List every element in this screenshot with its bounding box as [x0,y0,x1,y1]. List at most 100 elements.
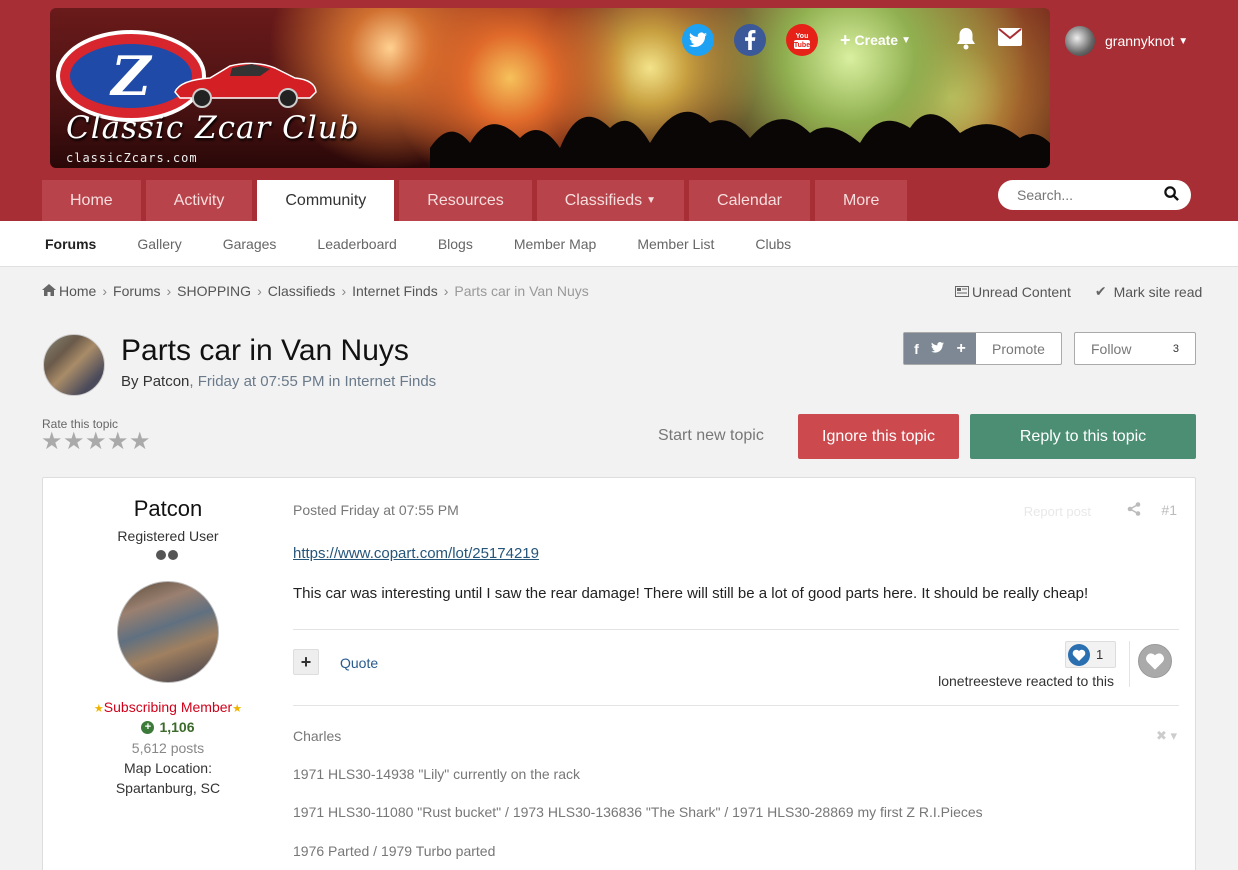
heart-icon [1145,653,1165,670]
signature-line: 1971 HLS30-11080 "Rust bucket" / 1973 HL… [293,804,983,820]
reaction-count: 1 [1096,647,1104,662]
topic-author-link[interactable]: Patcon [143,373,190,390]
post-author-role: Registered User [117,528,219,544]
share-group: f + Promote [903,332,1062,365]
member-badge: ★Subscribing Member★ [43,699,293,715]
breadcrumb-current: Parts car in Van Nuys [454,283,589,299]
create-label: Create [854,32,899,48]
subnav-gallery[interactable]: Gallery [137,236,181,252]
map-location-value: Spartanburg, SC [115,780,221,796]
nav-tab-community[interactable]: Community [257,180,395,221]
star-icon: ★ [93,703,104,715]
breadcrumb-forums[interactable]: Forums [113,283,160,299]
quote-button[interactable]: Quote [340,655,378,671]
star-icon[interactable]: ★ [85,430,107,454]
post-author-name[interactable]: Patcon [43,496,293,522]
nav-tab-more[interactable]: More [814,180,908,221]
signature-line: Charles [293,728,342,744]
facebook-share-icon[interactable]: f [914,341,919,357]
follow-button[interactable]: Follow 3 [1074,332,1196,365]
post-text: This car was interesting until I saw the… [293,585,1089,602]
chevron-right-icon: › [257,283,262,299]
search-input[interactable] [1017,187,1157,203]
mark-site-read-link[interactable]: ✔ Mark site read [1095,283,1202,300]
multiquote-button[interactable]: + [293,649,319,675]
breadcrumb-home[interactable]: Home [59,283,96,299]
caret-down-icon: ▼ [901,34,912,46]
twitter-icon[interactable] [682,24,714,56]
rating-stars: ★ ★ ★ ★ ★ [41,430,151,454]
chevron-right-icon: › [341,283,347,299]
reacted-text[interactable]: lonetreesteve reacted to this [938,673,1114,689]
nav-tab-activity[interactable]: Activity [145,180,253,221]
create-menu[interactable]: + Create ▼ [840,30,911,51]
nav-tab-home[interactable]: Home [42,180,141,221]
post-count: 5,612 posts [131,740,205,756]
breadcrumb: Home › Forums › SHOPPING › Classifieds ›… [42,283,589,299]
star-icon[interactable]: ★ [63,430,85,454]
crowd-silhouette-image [430,111,1050,168]
star-icon[interactable]: ★ [107,430,129,454]
bell-icon[interactable] [955,26,977,55]
post-date: Posted Friday at 07:55 PM [293,502,459,518]
facebook-icon[interactable] [734,24,766,56]
nav-tab-resources[interactable]: Resources [399,180,532,221]
nav-tab-calendar[interactable]: Calendar [689,180,810,221]
report-post-link[interactable]: Report post [1024,504,1091,519]
share-icon[interactable] [1127,502,1141,521]
mail-icon[interactable] [998,28,1022,51]
topic-by-label: By [121,373,139,390]
check-icon: ✔ [1094,283,1107,299]
logo-url: classicZcars.com [66,151,198,165]
post-number[interactable]: #1 [1161,502,1177,518]
user-menu[interactable]: grannyknot ▼ [1065,26,1188,56]
star-icon[interactable]: ★ [41,430,63,454]
divider [1129,641,1130,687]
post-author-avatar[interactable] [117,581,219,683]
plus-icon: + [840,29,851,50]
heart-icon [1068,643,1090,666]
social-icons: You Tube + Create ▼ [682,24,911,56]
subnav-leaderboard[interactable]: Leaderboard [317,236,396,252]
react-heart-button[interactable] [1138,644,1172,678]
follow-label: Follow [1091,340,1132,357]
subnav-member-map[interactable]: Member Map [514,236,596,252]
breadcrumb-internet-finds[interactable]: Internet Finds [352,283,438,299]
chevron-right-icon: › [102,283,108,299]
reply-topic-button[interactable]: Reply to this topic [970,414,1196,459]
search-box [998,180,1191,210]
subnav-clubs[interactable]: Clubs [755,236,791,252]
search-icon[interactable] [1164,186,1179,204]
ignore-topic-button[interactable]: Ignore this topic [798,414,959,459]
subnav-member-list[interactable]: Member List [637,236,714,252]
unread-content-label: Unread Content [972,283,1071,300]
subnav-blogs[interactable]: Blogs [438,236,473,252]
promote-button[interactable]: Promote [976,333,1061,364]
nav-tab-classifieds-label: Classifieds [564,191,643,209]
page-actions: Unread Content ✔ Mark site read [955,283,1202,300]
plus-share-icon[interactable]: + [956,340,965,358]
start-new-topic-button[interactable]: Start new topic [658,427,764,445]
breadcrumb-shopping[interactable]: SHOPPING [177,283,251,299]
youtube-icon[interactable]: You Tube [786,24,818,56]
twitter-share-icon[interactable] [931,340,945,358]
sub-nav: Forums Gallery Garages Leaderboard Blogs… [0,221,1238,267]
subnav-forums[interactable]: Forums [45,236,96,252]
subnav-garages[interactable]: Garages [223,236,277,252]
home-icon [42,283,56,299]
star-icon[interactable]: ★ [129,430,151,454]
topic-author-avatar[interactable] [43,334,105,396]
divider [293,629,1179,630]
svg-text:You: You [796,33,809,40]
site-header: Z Classic Zcar Club classicZcars.com You… [0,0,1238,221]
post-card: Patcon Registered User ★Subscribing Memb… [42,477,1196,870]
breadcrumb-classifieds[interactable]: Classifieds [268,283,336,299]
page-title: Parts car in Van Nuys [121,334,409,367]
nav-tab-classifieds[interactable]: Classifieds ▼ [536,180,685,221]
post-link[interactable]: https://www.copart.com/lot/25174219 [293,545,539,562]
follow-count: 3 [1172,342,1179,355]
reaction-summary[interactable]: 1 [1065,641,1116,668]
hide-signature-icon[interactable]: ✖ ▾ [1156,728,1177,744]
caret-down-icon: ▼ [1178,35,1189,47]
unread-content-link[interactable]: Unread Content [955,283,1071,300]
